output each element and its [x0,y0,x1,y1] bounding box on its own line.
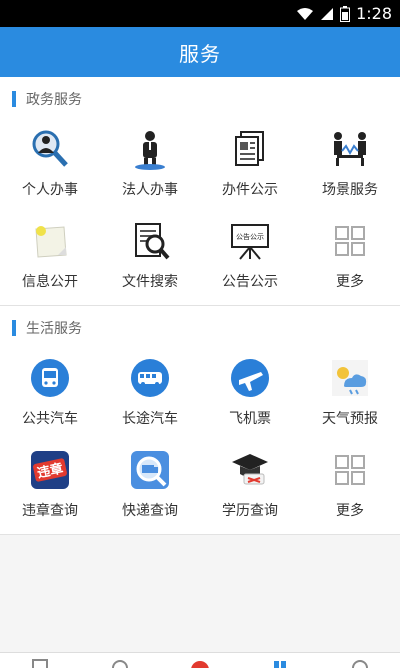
sticky-note-icon [28,219,72,263]
section-header: 生活服务 [0,306,400,350]
service-label: 学历查询 [222,503,278,519]
public-bus-item[interactable]: 公共汽车 [0,350,100,442]
life-service-section: 生活服务 公共汽车 长途汽车 飞机票 天气预报 违章 违章查询 快递查询 学历查… [0,306,400,535]
more-gov-item[interactable]: 更多 [300,213,400,305]
flight-ticket-item[interactable]: 飞机票 [200,350,300,442]
grid-more-icon [328,448,372,492]
businessman-icon [128,127,172,171]
battery-icon [340,5,351,22]
long-distance-bus-item[interactable]: 长途汽车 [100,350,200,442]
wifi-icon [296,7,314,21]
grid-more-icon [328,219,372,263]
service-grid: 个人办事 法人办事 办件公示 场景服务 信息公开 文件搜索 公告公示 公告公示 … [0,121,400,305]
bottom-nav [0,652,400,670]
service-label: 快递查询 [122,503,178,519]
board-sign-text: 公告公示 [236,232,264,241]
express-tracking-item[interactable]: 快递查询 [100,442,200,534]
app-header: 服务 [0,27,400,77]
more-life-item[interactable]: 更多 [300,442,400,534]
service-label: 场景服务 [322,182,378,198]
content: 政务服务 个人办事 法人办事 办件公示 场景服务 信息公开 文件搜索 公告公示 … [0,77,400,670]
legal-entity-affairs-item[interactable]: 法人办事 [100,121,200,213]
violation-icon: 违章 [28,448,72,492]
airplane-icon [228,356,272,400]
gov-service-section: 政务服务 个人办事 法人办事 办件公示 场景服务 信息公开 文件搜索 公告公示 … [0,77,400,306]
bus-icon [28,356,72,400]
weather-forecast-item[interactable]: 天气预报 [300,350,400,442]
coach-icon [128,356,172,400]
section-title: 生活服务 [26,321,82,337]
info-disclosure-item[interactable]: 信息公开 [0,213,100,305]
service-label: 文件搜索 [122,274,178,290]
section-header: 政务服务 [0,77,400,121]
nav-tab-profile[interactable] [351,656,369,668]
status-bar: 1:28 [0,0,400,27]
section-accent-bar [12,320,16,336]
service-label: 天气预报 [322,411,378,427]
service-label: 信息公开 [22,274,78,290]
delivery-search-icon [128,448,172,492]
service-label: 飞机票 [229,411,271,427]
nav-tab-home[interactable] [31,656,49,668]
signal-icon [320,7,334,21]
service-label: 公共汽车 [22,411,78,427]
graduation-cap-icon [228,448,272,492]
service-label: 个人办事 [22,182,78,198]
scene-service-item[interactable]: 场景服务 [300,121,400,213]
service-label: 违章查询 [22,503,78,519]
compass-icon [112,659,128,668]
services-grid-icon [274,660,286,668]
service-label: 办件公示 [222,182,278,198]
status-time: 1:28 [356,4,392,23]
section-title: 政务服务 [26,92,82,108]
weather-icon [328,356,372,400]
service-label: 公告公示 [222,274,278,290]
file-search-icon [128,219,172,263]
person-search-icon [28,127,72,171]
personal-affairs-item[interactable]: 个人办事 [0,121,100,213]
section-accent-bar [12,91,16,107]
profile-icon [352,659,368,668]
file-search-item[interactable]: 文件搜索 [100,213,200,305]
education-query-item[interactable]: 学历查询 [200,442,300,534]
service-label: 更多 [336,503,364,519]
service-label: 长途汽车 [122,411,178,427]
nav-tab-center[interactable] [191,656,209,668]
service-grid: 公共汽车 长途汽车 飞机票 天气预报 违章 违章查询 快递查询 学历查询 更多 [0,350,400,534]
document-icon [228,127,272,171]
service-label: 更多 [336,274,364,290]
announcement-board-icon: 公告公示 [228,219,272,263]
traffic-violation-item[interactable]: 违章 违章查询 [0,442,100,534]
page-title: 服务 [179,41,221,66]
announcement-item[interactable]: 公告公示 公告公示 [200,213,300,305]
center-emblem-icon [191,660,209,668]
nav-tab-services[interactable] [271,656,289,668]
meeting-icon [328,127,372,171]
case-publicity-item[interactable]: 办件公示 [200,121,300,213]
home-icon [32,658,48,668]
nav-tab-discover[interactable] [111,656,129,668]
service-label: 法人办事 [122,182,178,198]
